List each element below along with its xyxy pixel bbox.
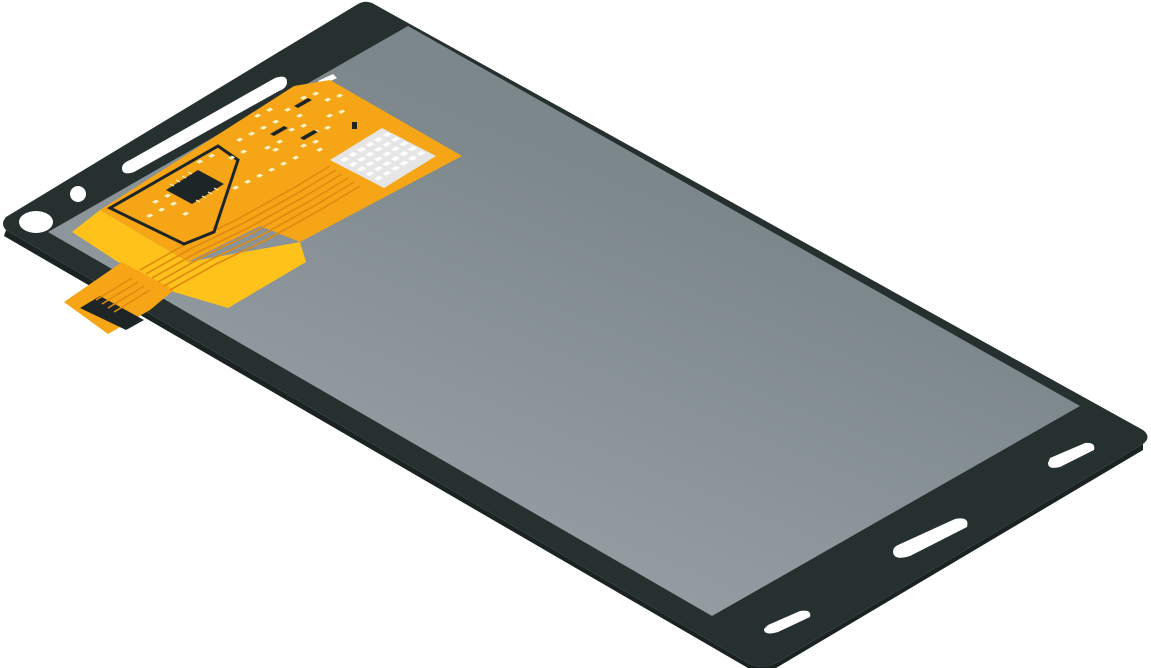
lcd-module-illustration: [0, 0, 1151, 668]
mount-hole-small: [70, 186, 86, 202]
lcd-module-drawing: [3, 1, 1148, 668]
pcb-marker: [352, 122, 357, 129]
mount-hole-large: [19, 211, 53, 233]
